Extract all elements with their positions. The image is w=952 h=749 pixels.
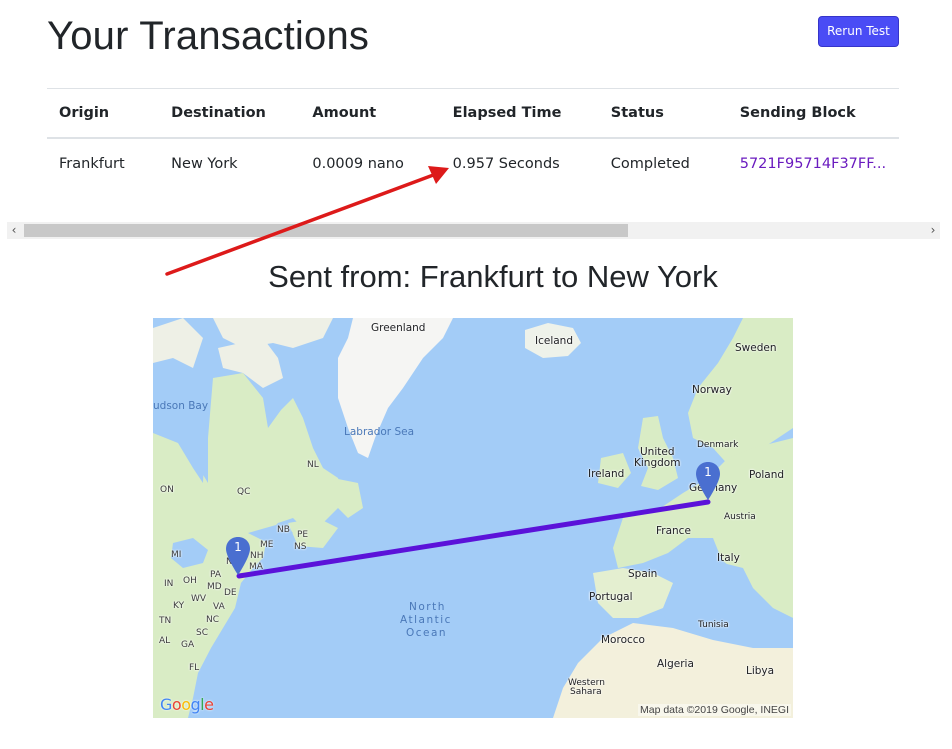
google-logo-letter: o bbox=[171, 695, 182, 714]
table-row: Frankfurt New York 0.0009 nano 0.957 Sec… bbox=[47, 138, 899, 189]
cell-amount: 0.0009 nano bbox=[312, 156, 404, 172]
map-attribution: Map data ©2019 Google, INEGI bbox=[638, 704, 791, 716]
label-iceland: Iceland bbox=[535, 335, 574, 347]
scroll-right-arrow-icon[interactable]: › bbox=[926, 222, 940, 239]
label-north-atlantic-2: Atlantic bbox=[400, 614, 452, 626]
label-united-kingdom-2: Kingdom bbox=[634, 457, 681, 469]
label-spain: Spain bbox=[628, 568, 658, 580]
scroll-left-arrow-icon[interactable]: ‹ bbox=[7, 222, 21, 239]
label-ga: GA bbox=[181, 640, 195, 650]
column-header-sending-block: Sending Block bbox=[727, 88, 899, 139]
label-france: France bbox=[656, 525, 691, 537]
label-norway: Norway bbox=[692, 384, 732, 396]
label-portugal: Portugal bbox=[589, 591, 633, 603]
map-marker-new-york[interactable]: 1 bbox=[225, 536, 251, 575]
label-mi: MI bbox=[171, 550, 182, 560]
label-de: DE bbox=[224, 588, 237, 598]
google-logo[interactable]: Google bbox=[160, 695, 214, 714]
label-poland: Poland bbox=[749, 469, 785, 481]
page-title: Your Transactions bbox=[47, 14, 370, 58]
label-greenland: Greenland bbox=[371, 322, 426, 334]
label-labrador-sea: Labrador Sea bbox=[344, 426, 415, 438]
scrollbar-thumb[interactable] bbox=[24, 224, 628, 237]
label-tunisia: Tunisia bbox=[698, 620, 729, 630]
label-austria: Austria bbox=[724, 512, 756, 522]
label-ns: NS bbox=[294, 542, 307, 552]
label-north-atlantic-3: Ocean bbox=[406, 627, 448, 639]
label-nc: NC bbox=[206, 615, 220, 625]
label-nl: NL bbox=[307, 460, 319, 470]
google-logo-letter: G bbox=[160, 695, 172, 714]
label-morocco: Morocco bbox=[601, 634, 645, 646]
label-pe: PE bbox=[297, 530, 309, 540]
label-ky: KY bbox=[173, 601, 185, 611]
label-md: MD bbox=[207, 582, 222, 592]
label-italy: Italy bbox=[717, 552, 740, 564]
cell-destination: New York bbox=[171, 156, 238, 172]
label-on: ON bbox=[160, 485, 174, 495]
column-header-amount: Amount bbox=[300, 88, 441, 139]
table-header-row: Origin Destination Amount Elapsed Time S… bbox=[47, 88, 899, 139]
horizontal-scrollbar[interactable]: ‹ › bbox=[7, 222, 940, 239]
transactions-table-container: Origin Destination Amount Elapsed Time S… bbox=[47, 88, 899, 189]
label-wv: WV bbox=[191, 594, 207, 604]
label-ireland: Ireland bbox=[588, 468, 625, 480]
label-north-atlantic-1: North bbox=[409, 601, 446, 613]
label-sc: SC bbox=[196, 628, 208, 638]
label-nh: NH bbox=[250, 551, 264, 561]
label-sweden: Sweden bbox=[735, 342, 777, 354]
label-denmark: Denmark bbox=[697, 440, 739, 450]
rerun-test-button[interactable]: Rerun Test bbox=[818, 16, 899, 47]
label-me: ME bbox=[260, 540, 274, 550]
label-libya: Libya bbox=[746, 665, 775, 677]
label-algeria: Algeria bbox=[657, 658, 694, 670]
google-logo-letter: g bbox=[190, 695, 201, 714]
marker-label: 1 bbox=[234, 540, 242, 554]
column-header-origin: Origin bbox=[47, 88, 160, 139]
label-western-sahara-2: Sahara bbox=[570, 687, 602, 697]
transactions-table: Origin Destination Amount Elapsed Time S… bbox=[47, 88, 899, 189]
label-tn: TN bbox=[159, 616, 172, 626]
map-marker-frankfurt[interactable]: 1 bbox=[695, 461, 721, 500]
cell-origin: Frankfurt bbox=[59, 156, 125, 172]
sending-block-link[interactable]: 5721F95714F37FF... bbox=[728, 138, 899, 189]
marker-label: 1 bbox=[704, 465, 712, 479]
label-va: VA bbox=[213, 602, 225, 612]
map-title: Sent from: Frankfurt to New York bbox=[268, 259, 718, 294]
column-header-destination: Destination bbox=[159, 88, 301, 139]
label-ma: MA bbox=[249, 562, 263, 572]
map-land-layer bbox=[153, 318, 793, 718]
label-fl: FL bbox=[189, 663, 200, 673]
google-logo-letter: o bbox=[181, 695, 191, 714]
cell-status: Completed bbox=[610, 156, 690, 172]
label-oh: OH bbox=[183, 576, 197, 586]
cell-elapsed-time: 0.957 Seconds bbox=[452, 156, 560, 172]
label-al: AL bbox=[159, 636, 171, 646]
land-arctic-west bbox=[153, 318, 203, 368]
label-qc: QC bbox=[237, 487, 251, 497]
label-in: IN bbox=[164, 579, 174, 589]
column-header-elapsed-time: Elapsed Time bbox=[440, 88, 599, 139]
label-nb: NB bbox=[277, 525, 290, 535]
route-map[interactable]: Greenland Iceland Sweden Norway udson Ba… bbox=[153, 318, 793, 718]
land-baffin bbox=[213, 318, 333, 348]
column-header-status: Status bbox=[598, 88, 728, 139]
label-hudson-bay: udson Bay bbox=[153, 400, 209, 412]
label-pa: PA bbox=[210, 570, 222, 580]
google-logo-letter: e bbox=[204, 695, 214, 714]
land-newfoundland bbox=[333, 478, 363, 518]
